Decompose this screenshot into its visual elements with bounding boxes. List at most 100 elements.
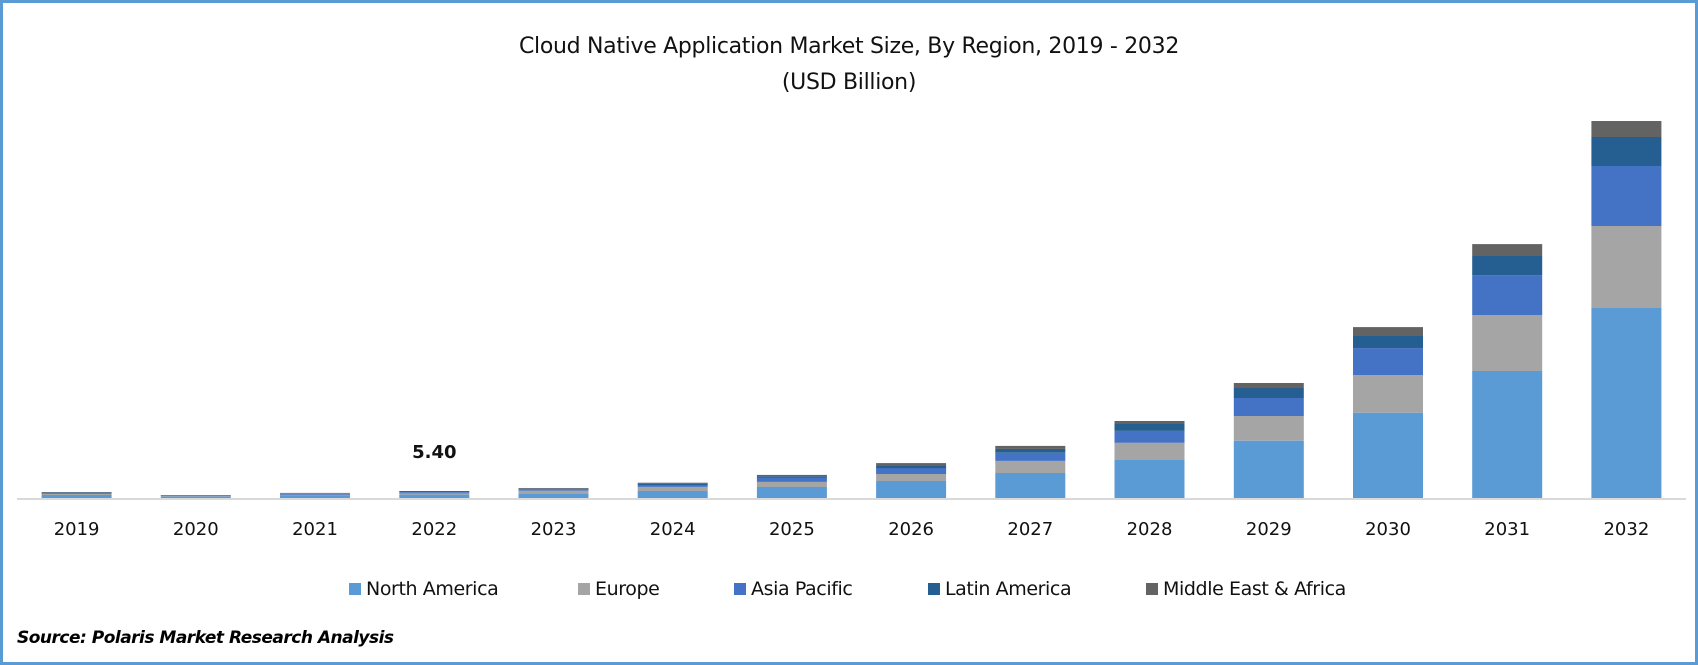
x-tick-label: 2026: [888, 519, 934, 540]
legend-item-latin-america: Latin America: [928, 575, 1072, 603]
legend-label: Middle East & Africa: [1163, 578, 1346, 600]
bar-stack-2022: [399, 491, 470, 498]
bar-stack-2019: [41, 492, 112, 498]
bar-segment-middle-east-africa-2032: [1591, 121, 1662, 137]
bar-segment-asia-pacific-2029: [1233, 398, 1304, 416]
bar-segment-north-america-2020: [160, 496, 231, 498]
bar-segment-latin-america-2031: [1472, 255, 1543, 276]
bar-segment-latin-america-2029: [1233, 388, 1304, 398]
bar-segment-middle-east-africa-2029: [1233, 383, 1304, 389]
bar-stack-2025: [756, 474, 827, 498]
legend-item-north-america: North America: [349, 575, 499, 603]
legend-swatch: [578, 583, 590, 595]
bar-segment-north-america-2028: [1114, 460, 1185, 498]
x-axis-ticks: 2019 2020 2021 2022 2023 2024 2025 2026 2027 2028…: [54, 519, 1650, 540]
chart-plot-area: 2019 2020 2021 2022 2023 2024 2025 2026 2027 2028…: [17, 121, 1686, 540]
bar-segment-asia-pacific-2019: [41, 492, 112, 494]
x-tick-label: 2029: [1246, 519, 1292, 540]
x-tick-label: 2019: [54, 519, 100, 540]
bar-segment-asia-pacific-2028: [1114, 431, 1185, 443]
bar-stack-2027: [995, 445, 1066, 498]
bar-segment-europe-2019: [41, 494, 112, 495]
bar-segment-latin-america-2026: [876, 465, 947, 469]
bar-segment-europe-2020: [160, 495, 231, 497]
bar-segment-middle-east-africa-2030: [1353, 327, 1423, 336]
bar-segment-europe-2024: [637, 487, 708, 491]
bar-stack-2032: [1591, 121, 1662, 498]
bar-stack-2020: [160, 495, 231, 498]
bar-segment-north-america-2030: [1353, 412, 1423, 498]
bar-segment-latin-america-2023: [518, 488, 589, 490]
bar-segment-middle-east-africa-2028: [1114, 421, 1185, 424]
bar-segment-latin-america-2028: [1114, 423, 1185, 431]
bar-segment-asia-pacific-2030: [1353, 348, 1423, 376]
bar-segment-north-america-2026: [876, 481, 947, 498]
bar-segment-europe-2026: [876, 474, 947, 481]
bar-segment-middle-east-africa-2025: [756, 474, 827, 477]
bar-segment-middle-east-africa-2027: [995, 445, 1066, 449]
bar-segment-latin-america-2025: [756, 476, 827, 478]
bar-segment-europe-2021: [280, 494, 350, 496]
legend-swatch: [734, 583, 746, 595]
bar-segment-north-america-2023: [518, 494, 589, 498]
bar-segment-asia-pacific-2021: [280, 493, 350, 495]
x-tick-label: 2023: [531, 519, 577, 540]
bar-segment-latin-america-2027: [995, 448, 1066, 453]
bar-stack-2026: [876, 463, 947, 498]
bar-segment-middle-east-africa-2023: [518, 488, 589, 489]
legend-swatch: [1146, 583, 1158, 595]
bar-segment-europe-2030: [1353, 375, 1423, 413]
bar-stack-2029: [1233, 383, 1304, 498]
legend-label: North America: [366, 578, 499, 600]
bar-segment-europe-2029: [1233, 416, 1304, 441]
x-tick-label: 2024: [650, 519, 696, 540]
bar-segment-middle-east-africa-2024: [637, 482, 708, 484]
bar-segment-asia-pacific-2022: [399, 492, 470, 494]
bar-segment-europe-2023: [518, 490, 589, 494]
bar-segment-north-america-2021: [280, 495, 350, 498]
legend-label: Asia Pacific: [751, 578, 853, 600]
bar-stack-2031: [1472, 244, 1543, 498]
bar-segment-latin-america-2019: [41, 492, 112, 493]
bar-stack-2021: [280, 492, 350, 498]
x-tick-label: 2022: [411, 519, 457, 540]
bar-segment-north-america-2022: [399, 494, 470, 498]
legend-item-middle-east-africa: Middle East & Africa: [1146, 575, 1346, 603]
bar-segment-europe-2027: [995, 460, 1066, 473]
bar-segment-north-america-2029: [1233, 440, 1304, 498]
x-tick-label: 2031: [1484, 519, 1530, 540]
bar-segment-north-america-2031: [1472, 371, 1543, 498]
x-tick-label: 2021: [292, 519, 338, 540]
bar-segment-asia-pacific-2032: [1591, 166, 1662, 226]
bar-segment-europe-2028: [1114, 442, 1185, 460]
bar-segment-latin-america-2021: [280, 493, 350, 494]
bar-segment-north-america-2027: [995, 473, 1066, 498]
x-tick-label: 2030: [1365, 519, 1411, 540]
bar-segment-middle-east-africa-2031: [1472, 244, 1543, 256]
data-label-2022: 5.40: [412, 442, 456, 463]
x-tick-label: 2028: [1127, 519, 1173, 540]
bar-segment-asia-pacific-2024: [637, 485, 708, 487]
bar-stack-2024: [637, 482, 708, 498]
data-labels: 5.40: [412, 442, 456, 463]
bar-segment-europe-2022: [399, 493, 470, 495]
bar-segment-north-america-2024: [637, 491, 708, 498]
legend-item-asia-pacific: Asia Pacific: [734, 575, 853, 603]
bar-segment-asia-pacific-2025: [756, 477, 827, 482]
bar-stacks: [41, 121, 1662, 498]
legend-label: Europe: [595, 578, 660, 600]
bar-segment-europe-2032: [1591, 226, 1662, 308]
bar-segment-north-america-2025: [756, 487, 827, 498]
legend-swatch: [349, 583, 361, 595]
bar-stack-2028: [1114, 421, 1185, 498]
bar-segment-north-america-2032: [1591, 308, 1662, 498]
bar-segment-latin-america-2032: [1591, 137, 1662, 166]
bar-segment-latin-america-2030: [1353, 335, 1423, 349]
bar-segment-north-america-2019: [41, 495, 112, 498]
x-tick-label: 2025: [769, 519, 815, 540]
bar-segment-asia-pacific-2023: [518, 489, 589, 491]
bar-stack-2030: [1353, 327, 1423, 498]
bar-segment-middle-east-africa-2022: [399, 491, 470, 492]
bar-stack-2023: [518, 488, 589, 498]
bar-segment-asia-pacific-2027: [995, 452, 1066, 461]
